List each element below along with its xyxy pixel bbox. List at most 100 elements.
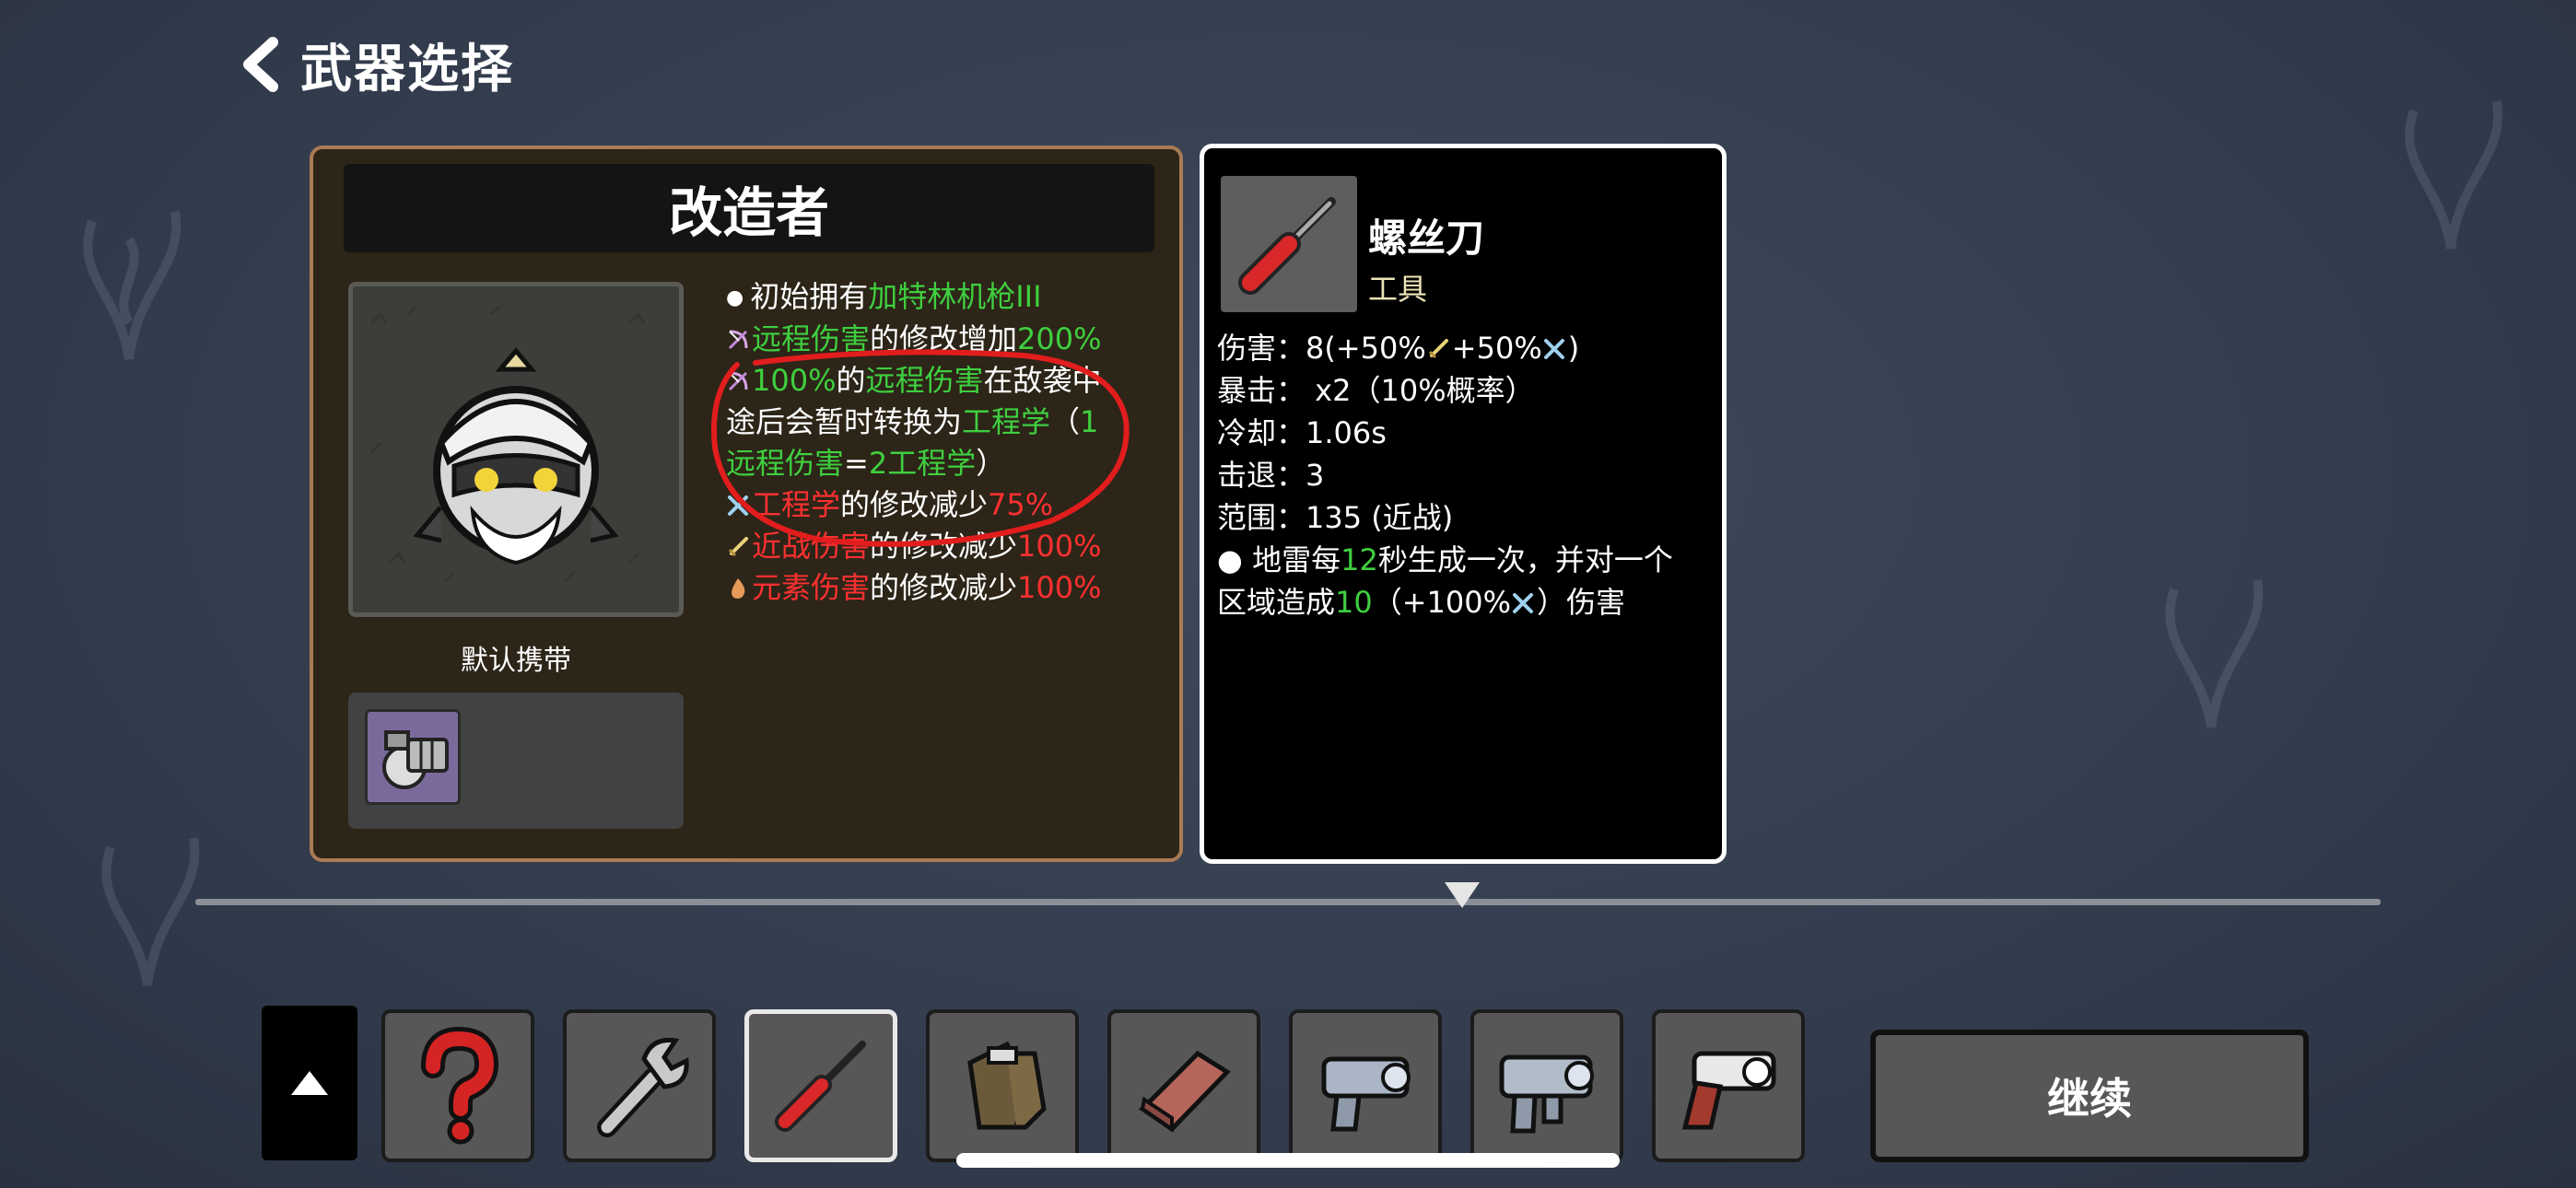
weapon-stat-text: 击退：3 <box>1217 458 1325 493</box>
laser-smg-icon <box>1499 1054 1594 1134</box>
description-text: 工程学 <box>962 404 1051 439</box>
chevron-left-icon[interactable] <box>238 37 284 92</box>
description-text: 75% <box>988 487 1054 522</box>
continue-button[interactable]: 继续 <box>1870 1030 2309 1162</box>
modder-character-icon <box>369 305 646 583</box>
description-text: 2工程学 <box>868 446 977 481</box>
weapon-stat-text: （+100% <box>1372 585 1512 620</box>
description-line: 元素伤害的修改减少100% <box>726 567 1168 609</box>
weapon-stat-text: +50% <box>1451 331 1542 366</box>
weapon-icon-box <box>1221 176 1357 312</box>
ranged-icon <box>728 330 748 350</box>
default-weapon-slot[interactable] <box>365 709 461 805</box>
weapon-stat-line: 冷却：1.06s <box>1217 412 1722 454</box>
weapon-stat-line: 区域造成10（+100% ）伤害 <box>1217 581 1722 623</box>
description-text: = <box>844 446 869 481</box>
description-text: 工程学 <box>752 487 841 522</box>
description-line: ● 初始拥有加特林机枪III <box>726 276 1168 319</box>
background-coral-icon <box>83 211 181 360</box>
background-coral-icon <box>2405 100 2503 250</box>
description-line: 100%的远程伤害在敌袭中 <box>726 360 1168 402</box>
character-portrait <box>348 282 684 617</box>
page-title: 武器选择 <box>300 39 514 99</box>
weapon-slot-laser-smg[interactable] <box>1470 1009 1623 1162</box>
weapon-type: 工具 <box>1368 272 1428 307</box>
weapon-stat-text: ）伤害 <box>1537 585 1626 620</box>
weapon-name: 螺丝刀 <box>1368 215 1485 261</box>
weapon-stat-text: ● 地雷每 <box>1217 542 1341 577</box>
character-card: 改造者 默认携带 ● 初始拥有加特林机枪III 远程伤害的修改增加200% 10… <box>310 146 1183 862</box>
description-text: 的修改增加 <box>870 321 1018 356</box>
description-text: 初始拥有 <box>750 279 869 314</box>
ranged-icon <box>728 371 748 391</box>
weapon-card: 螺丝刀 工具 伤害：8(+50% +50%) 暴击： x2（10%概率） 冷却：1.0… <box>1200 144 1727 864</box>
weapon-stat-line: 伤害：8(+50% +50%) <box>1217 327 1722 369</box>
engineering-icon <box>1513 593 1534 613</box>
weapon-stat-text: ) <box>1567 331 1580 366</box>
description-text: 100% <box>1017 570 1102 605</box>
weapon-stat-line: 范围：135 (近战) <box>1217 496 1722 539</box>
brick-icon <box>1139 1050 1231 1133</box>
screwdriver-icon <box>775 1041 866 1132</box>
melee-icon <box>1428 339 1448 359</box>
weapon-stat-text: 区域造成 <box>1217 585 1336 620</box>
description-text: 元素伤害 <box>752 570 871 605</box>
description-text: 近战伤害 <box>752 529 871 564</box>
elemental-icon <box>732 578 745 599</box>
weapon-stats: 伤害：8(+50% +50%) 暴击： x2（10%概率） 冷却：1.06s 击退：3 范… <box>1217 327 1722 623</box>
description-line: 远程伤害=2工程学） <box>726 443 1168 484</box>
weapon-slot-screwdriver[interactable] <box>744 1009 897 1162</box>
description-text: 途后会暂时转换为 <box>726 404 963 439</box>
scroll-up-button[interactable] <box>262 1006 357 1160</box>
description-line: 工程学的修改减少75% <box>726 484 1168 526</box>
weapon-stat-text: 冷却：1.06s <box>1217 415 1387 450</box>
laser-pistol-icon <box>1321 1056 1411 1132</box>
weapon-stat-text: 12 <box>1341 542 1378 577</box>
description-text: （ <box>1050 404 1081 439</box>
description-text: 远程伤害 <box>752 321 871 356</box>
weapon-stat-line: 暴击： x2（10%概率） <box>1217 369 1722 412</box>
weapon-stat-line: ● 地雷每12秒生成一次，并对一个 <box>1217 539 1722 581</box>
description-text: 的修改减少 <box>870 570 1018 605</box>
triangle-down-icon <box>1445 882 1480 908</box>
character-name: 改造者 <box>344 164 1154 252</box>
weapon-stat-text: 暴击： x2（10%概率） <box>1217 373 1535 408</box>
weapon-slot-revolver[interactable] <box>1652 1009 1805 1162</box>
description-line: 远程伤害的修改增加200% <box>726 319 1168 360</box>
weapon-slot-brick[interactable] <box>1107 1009 1260 1162</box>
background-coral-icon <box>2165 579 2264 728</box>
weapon-slot-gloves[interactable] <box>926 1009 1079 1162</box>
divider <box>195 899 2381 905</box>
description-line: 近战伤害的修改减少100% <box>726 526 1168 567</box>
description-text: 远程伤害 <box>865 363 984 398</box>
question-mark-icon <box>421 1026 499 1145</box>
weapon-slot-random[interactable] <box>381 1009 534 1162</box>
weapon-slot-laser-pistol[interactable] <box>1289 1009 1442 1162</box>
default-loadout-label: 默认携带 <box>461 645 571 677</box>
gloves-icon <box>967 1041 1047 1130</box>
wrench-icon <box>597 1037 689 1137</box>
description-text: 200% <box>1017 321 1102 356</box>
revolver-icon <box>1681 1051 1776 1130</box>
weapon-stat-line: 击退：3 <box>1217 454 1722 496</box>
triangle-up-icon <box>291 1071 328 1095</box>
screwdriver-icon <box>1238 197 1336 295</box>
melee-icon <box>728 537 748 557</box>
weapon-stat-text: 秒生成一次，并对一个 <box>1377 542 1673 577</box>
weapon-stat-text: 伤害：8(+50% <box>1217 331 1426 366</box>
description-text: 100% <box>1017 529 1102 564</box>
weapon-slot-wrench[interactable] <box>563 1009 716 1162</box>
home-indicator[interactable] <box>956 1153 1620 1168</box>
description-text: 远程伤害 <box>726 446 845 481</box>
description-text: ） <box>976 446 1006 481</box>
description-text: 的修改减少 <box>840 487 989 522</box>
description-line: 途后会暂时转换为工程学（1 <box>726 402 1168 443</box>
character-description: ● 初始拥有加特林机枪III 远程伤害的修改增加200% 100%的远程伤害在敌袭中… <box>726 276 1168 609</box>
header: 武器选择 <box>238 28 514 101</box>
description-text: 加特林机枪III <box>868 279 1042 314</box>
bullet-icon: ● <box>726 286 751 309</box>
description-text: 在敌袭中 <box>983 363 1102 398</box>
engineering-icon <box>728 495 748 516</box>
description-text: 的 <box>836 363 866 398</box>
gatling-gun-icon <box>382 730 449 789</box>
